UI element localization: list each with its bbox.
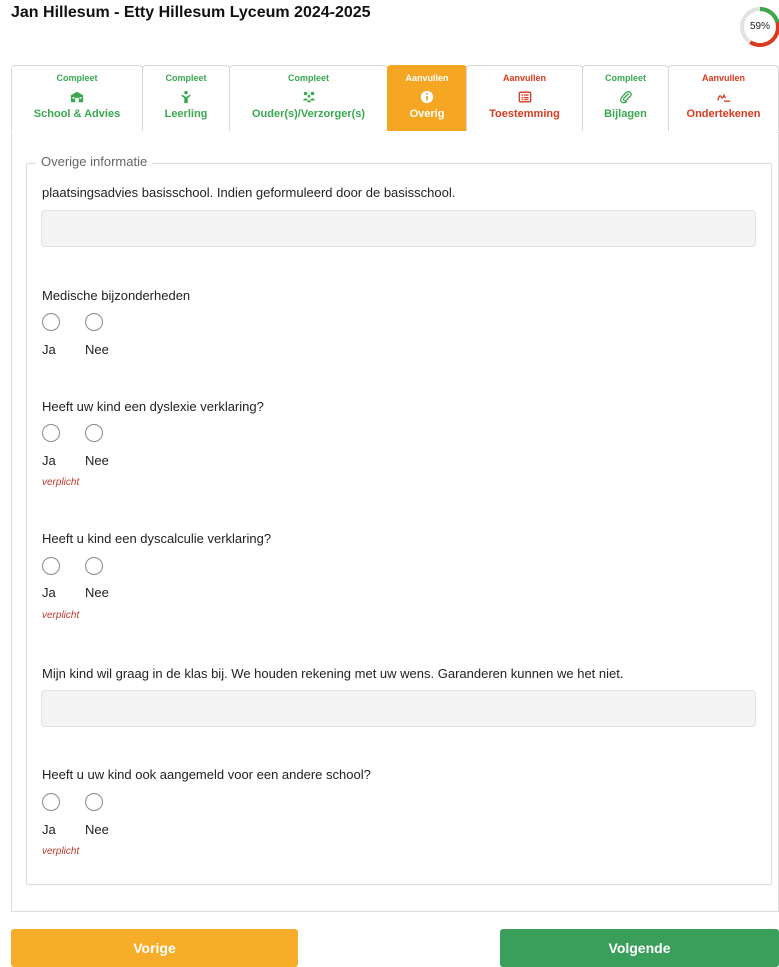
- tab-status: Compleet: [56, 73, 98, 83]
- dyscalculia-no-label: Nee: [85, 585, 109, 600]
- tab-label: Toestemming: [489, 108, 560, 120]
- class-wish-input[interactable]: [41, 690, 756, 727]
- list-icon: [467, 86, 582, 108]
- advice-input[interactable]: [41, 210, 756, 247]
- student-icon: [143, 86, 229, 108]
- tab-label: Ouder(s)/Verzorger(s): [251, 108, 366, 120]
- other-school-no-label: Nee: [85, 822, 109, 837]
- signature-icon: [669, 86, 778, 108]
- other-school-label: Heeft u uw kind ook aangemeld voor een a…: [42, 767, 371, 782]
- class-wish-label: Mijn kind wil graag in de klas bij. We h…: [42, 666, 624, 681]
- medical-yes-radio[interactable]: [42, 313, 60, 331]
- tab-status: Aanvullen: [502, 73, 546, 83]
- tab-overig[interactable]: Aanvullen Overig: [387, 65, 467, 131]
- advice-label: plaatsingsadvies basisschool. Indien gef…: [42, 185, 456, 200]
- info-icon: [388, 86, 466, 108]
- tab-status: Compleet: [287, 73, 329, 83]
- other-school-yes-label: Ja: [42, 822, 56, 837]
- tab-leerling[interactable]: Compleet Leerling: [142, 65, 230, 131]
- tab-status: Aanvullen: [405, 73, 449, 83]
- tab-status: Aanvullen: [701, 73, 745, 83]
- dyscalculia-yes-radio[interactable]: [42, 557, 60, 575]
- tab-label: Leerling: [164, 108, 208, 120]
- tab-school-advies[interactable]: Compleet School & Advies: [11, 65, 143, 131]
- next-button[interactable]: Volgende: [500, 929, 779, 967]
- required-note: verplicht: [42, 477, 80, 488]
- school-icon: [12, 86, 142, 108]
- dyscalculia-yes-label: Ja: [42, 585, 56, 600]
- parents-icon: [230, 86, 387, 108]
- tab-status: Compleet: [604, 73, 646, 83]
- dyscalculia-label: Heeft u kind een dyscalculie verklaring?: [42, 531, 272, 546]
- dyslexia-no-radio[interactable]: [85, 424, 103, 442]
- medical-yes-label: Ja: [42, 342, 56, 357]
- other-school-yes-radio[interactable]: [42, 793, 60, 811]
- tab-label: Overig: [409, 108, 445, 120]
- tab-ouders[interactable]: Compleet Ouder(s)/Verzorger(s): [229, 65, 388, 131]
- paperclip-icon: [583, 86, 668, 108]
- tab-bijlagen[interactable]: Compleet Bijlagen: [582, 65, 669, 131]
- fieldset-legend: Overige informatie: [36, 154, 153, 169]
- dyslexia-yes-radio[interactable]: [42, 424, 60, 442]
- tab-label: Ondertekenen: [686, 108, 761, 120]
- dyscalculia-no-radio[interactable]: [85, 557, 103, 575]
- dyslexia-label: Heeft uw kind een dyslexie verklaring?: [42, 399, 264, 414]
- step-tabs: Compleet School & Advies Compleet Leerli…: [11, 65, 779, 133]
- tab-toestemming[interactable]: Aanvullen Toestemming: [466, 65, 583, 131]
- tab-label: Bijlagen: [604, 108, 647, 120]
- dyslexia-yes-label: Ja: [42, 453, 56, 468]
- tab-status: Compleet: [165, 73, 207, 83]
- required-note: verplicht: [42, 846, 80, 857]
- previous-button[interactable]: Vorige: [11, 929, 298, 967]
- dyslexia-no-label: Nee: [85, 453, 109, 468]
- required-note: verplicht: [42, 610, 80, 621]
- tab-label: School & Advies: [33, 108, 121, 120]
- medical-label: Medische bijzonderheden: [42, 288, 191, 303]
- medical-no-label: Nee: [85, 342, 109, 357]
- progress-percentage: 59%: [749, 21, 770, 32]
- other-school-no-radio[interactable]: [85, 793, 103, 811]
- medical-no-radio[interactable]: [85, 313, 103, 331]
- page-title: Jan Hillesum - Etty Hillesum Lyceum 2024…: [11, 4, 371, 21]
- tab-ondertekenen[interactable]: Aanvullen Ondertekenen: [668, 65, 779, 131]
